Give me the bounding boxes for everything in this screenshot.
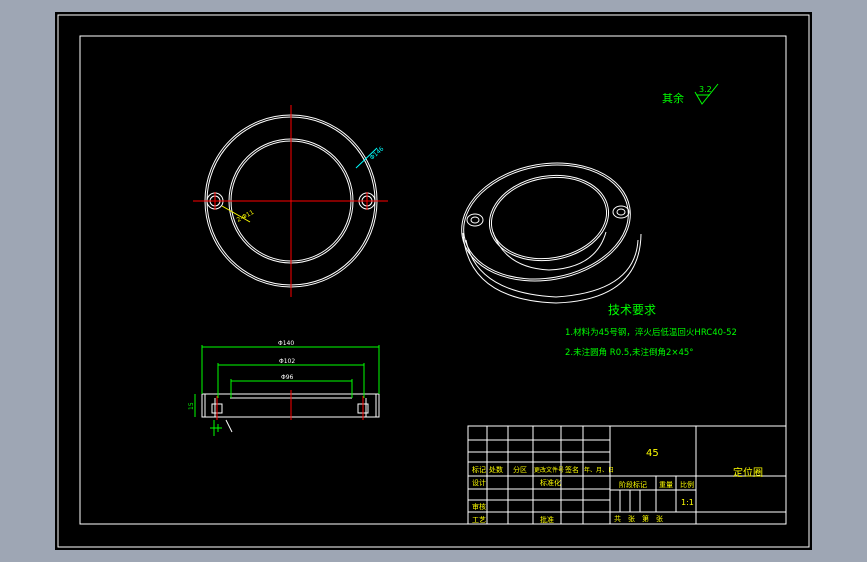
tb-material: 45 (646, 448, 659, 459)
dim-outer-text: Φ140 (278, 340, 294, 347)
tb-label-stage-mark: 阶段标记 (619, 480, 647, 489)
detail-leader (225, 419, 233, 433)
surface-finish-value: 3.2 (699, 85, 712, 94)
dim-height-text: 15 (188, 402, 195, 410)
isometric-view[interactable] (452, 150, 642, 304)
drawing-canvas[interactable]: 其余 3.2 Φ146 2-Φ11 技术要求 1.材料为45号钢，淬火后低温回火… (55, 12, 812, 550)
surface-finish-prefix: 其余 (662, 91, 684, 105)
tb-part-name: 定位圈 (733, 466, 763, 479)
tb-label-date: 年、月、日 (584, 466, 614, 474)
dim-inner-text: Φ96 (281, 374, 294, 381)
tb-label-sheet: 共 张 第 张 (614, 514, 663, 523)
iso-bore-top (488, 174, 610, 262)
cad-window: 其余 3.2 Φ146 2-Φ11 技术要求 1.材料为45号钢，淬火后低温回火… (0, 0, 867, 562)
tb-label-checker: 审核 (472, 502, 486, 511)
iso-top-outer-chamfer (463, 164, 629, 280)
iso-left-hole (466, 213, 484, 227)
tb-label-mark: 标记 (472, 465, 486, 474)
title-block[interactable]: 标记 处数 分区 更改文件号 签名 年、月、日 设计 标准化 审核 工艺 批准 … (467, 425, 787, 525)
iso-outer-side-bottom (465, 239, 639, 298)
tb-label-scale: 比例 (680, 480, 694, 489)
surface-finish-note: 其余 3.2 (662, 83, 719, 105)
dim-middle-text: Φ102 (279, 358, 295, 365)
outer-diameter-callout: Φ146 (369, 145, 386, 161)
tech-req-item-1: 1.材料为45号钢，淬火后低温回火HRC40-52 (565, 327, 737, 338)
technical-requirements: 技术要求 1.材料为45号钢，淬火后低温回火HRC40-52 2.未注圆角 R0… (565, 303, 737, 358)
plan-view[interactable]: Φ146 2-Φ11 (193, 105, 388, 297)
iso-bore-top-chamfer (490, 176, 608, 260)
tb-label-signature: 签名 (565, 465, 579, 474)
tech-req-item-2: 2.未注圆角 R0.5,未注倒角2×45° (565, 347, 694, 358)
iso-right-hole (612, 205, 630, 219)
tb-label-count: 处数 (489, 465, 503, 474)
detail-marker (210, 420, 222, 436)
tb-label-process: 工艺 (472, 516, 486, 524)
tb-label-weight: 重量 (659, 481, 673, 489)
iso-left-hole-inner (470, 216, 480, 224)
inner-frame (79, 35, 787, 525)
section-view[interactable]: Φ140 Φ102 Φ96 15 (188, 340, 380, 436)
hole-callout: 2-Φ11 (236, 209, 256, 224)
tb-label-approval: 批准 (540, 515, 554, 524)
iso-right-hole-inner (616, 208, 626, 216)
tb-label-designer: 设计 (472, 478, 486, 487)
tb-label-change-doc: 更改文件号 (534, 466, 564, 474)
drawing-svg: 其余 3.2 Φ146 2-Φ11 技术要求 1.材料为45号钢，淬火后低温回火… (57, 14, 810, 548)
iso-top-outer (461, 162, 631, 282)
tech-req-title: 技术要求 (608, 303, 656, 317)
tb-label-standardization: 标准化 (540, 478, 561, 487)
tb-scale-value: 1:1 (681, 498, 694, 507)
tb-label-zone: 分区 (513, 465, 527, 474)
